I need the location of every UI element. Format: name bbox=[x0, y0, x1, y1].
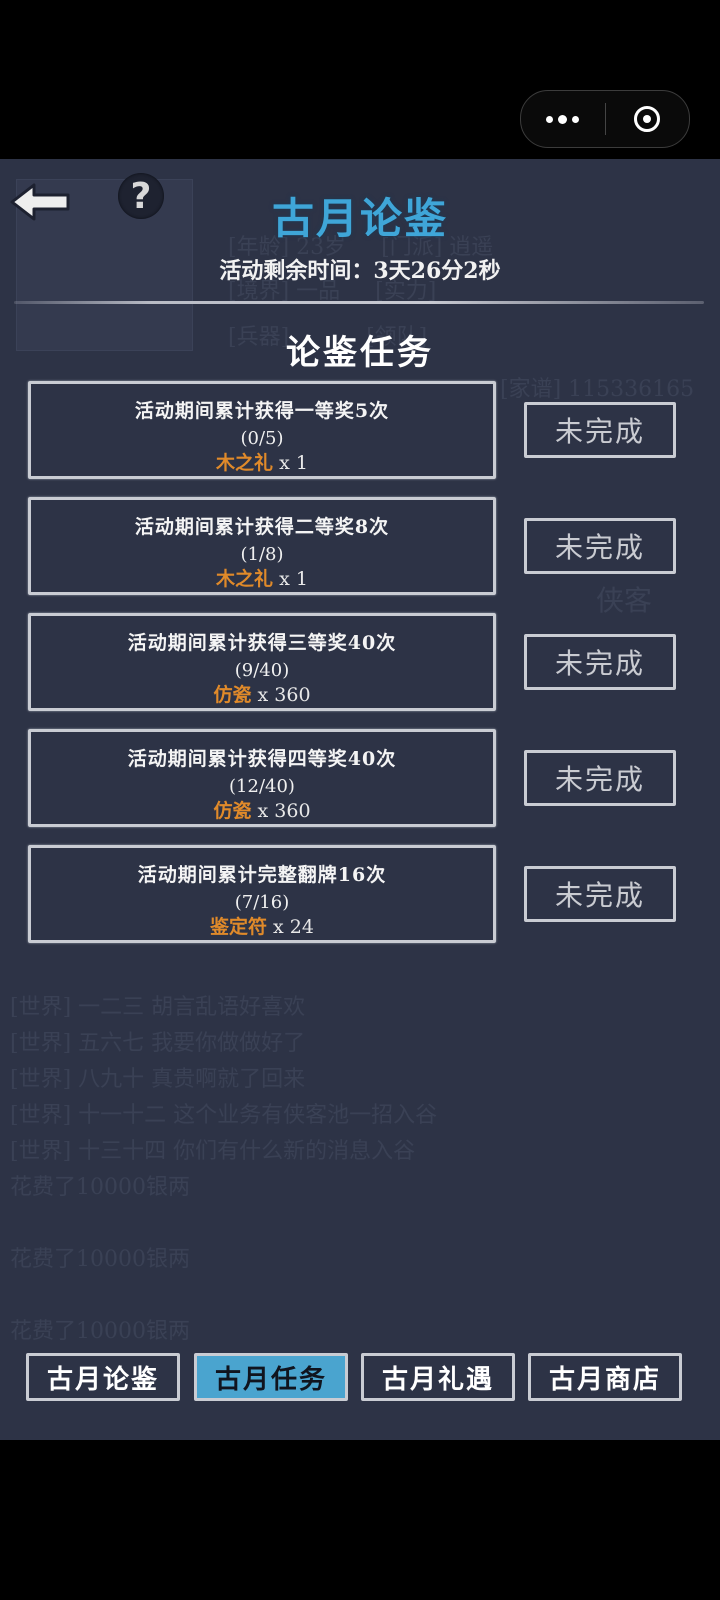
task-reward: 木之礼 x 1 bbox=[31, 564, 493, 591]
background-text: 侠客 bbox=[596, 584, 653, 617]
background-text: [家谱] 115336165 bbox=[500, 377, 695, 402]
background-text: [世界] 八九十 真贵啊就了回来 bbox=[10, 1067, 306, 1092]
background-text: [世界] 一二三 胡言乱语好喜欢 bbox=[10, 995, 306, 1020]
background-text: 花费了10000银两 bbox=[10, 1319, 190, 1344]
reward-name: 鉴定符 bbox=[210, 916, 268, 938]
background-text: [世界] 五六七 我要你做做好了 bbox=[10, 1031, 306, 1056]
task-status-button[interactable]: 未完成 bbox=[524, 866, 676, 922]
screen: [年龄] 23岁 [门派] 逍遥 [境界] 一品 [实力] [兵器] [领队] … bbox=[0, 0, 720, 1600]
page-title: 古月论鉴 bbox=[271, 194, 448, 243]
reward-quantity: x 1 bbox=[273, 452, 308, 474]
task-card: 活动期间累计获得一等奖5次 (0/5) 木之礼 x 1 bbox=[28, 381, 496, 479]
task-status-button[interactable]: 未完成 bbox=[524, 518, 676, 574]
task-progress: (9/40) bbox=[234, 660, 290, 681]
reward-quantity: x 24 bbox=[267, 916, 314, 938]
tab-lunjian[interactable]: 古月论鉴 bbox=[26, 1353, 180, 1401]
close-miniprogram-button[interactable] bbox=[606, 91, 690, 147]
task-card: 活动期间累计获得三等奖40次 (9/40) 仿瓷 x 360 bbox=[28, 613, 496, 711]
task-reward: 木之礼 x 1 bbox=[31, 448, 493, 475]
game-panel: [年龄] 23岁 [门派] 逍遥 [境界] 一品 [实力] [兵器] [领队] … bbox=[0, 159, 720, 1440]
reward-name: 仿瓷 bbox=[213, 684, 252, 706]
task-status-button[interactable]: 未完成 bbox=[524, 402, 676, 458]
task-status-button[interactable]: 未完成 bbox=[524, 750, 676, 806]
reward-quantity: x 360 bbox=[251, 800, 311, 822]
tab-shangdian[interactable]: 古月商店 bbox=[528, 1353, 682, 1401]
reward-name: 木之礼 bbox=[216, 452, 274, 474]
task-progress: (12/40) bbox=[229, 776, 295, 797]
task-progress: (1/8) bbox=[240, 544, 284, 565]
task-card: 活动期间累计获得二等奖8次 (1/8) 木之礼 x 1 bbox=[28, 497, 496, 595]
reward-name: 仿瓷 bbox=[213, 800, 252, 822]
reward-name: 木之礼 bbox=[216, 568, 274, 590]
miniprogram-capsule bbox=[520, 90, 690, 148]
task-progress: (7/16) bbox=[234, 892, 290, 913]
task-description: 活动期间累计获得三等奖40次 bbox=[127, 632, 397, 654]
background-text: [世界] 十三十四 你们有什么新的消息入谷 bbox=[10, 1139, 416, 1164]
section-title: 论鉴任务 bbox=[286, 333, 434, 373]
more-menu-button[interactable] bbox=[521, 91, 605, 147]
task-description: 活动期间累计获得二等奖8次 bbox=[134, 516, 390, 538]
more-dots-icon bbox=[546, 114, 580, 124]
target-ring-icon bbox=[634, 106, 661, 132]
tab-renwu[interactable]: 古月任务 bbox=[194, 1353, 348, 1401]
background-text: 花费了10000银两 bbox=[10, 1247, 190, 1272]
task-description: 活动期间累计获得一等奖5次 bbox=[134, 400, 390, 422]
task-status-button[interactable]: 未完成 bbox=[524, 634, 676, 690]
background-text: [世界] 十一十二 这个业务有侠客池一招入谷 bbox=[10, 1103, 438, 1128]
event-countdown: 活动剩余时间：3天26分2秒 bbox=[219, 258, 501, 284]
task-progress: (0/5) bbox=[240, 428, 284, 449]
task-reward: 仿瓷 x 360 bbox=[31, 680, 493, 707]
task-card: 活动期间累计完整翻牌16次 (7/16) 鉴定符 x 24 bbox=[28, 845, 496, 943]
bottom-tab-bar: 古月论鉴 古月任务 古月礼遇 古月商店 bbox=[26, 1353, 686, 1403]
background-text: 花费了10000银两 bbox=[10, 1175, 190, 1200]
task-card: 活动期间累计获得四等奖40次 (12/40) 仿瓷 x 360 bbox=[28, 729, 496, 827]
reward-quantity: x 360 bbox=[251, 684, 311, 706]
task-description: 活动期间累计完整翻牌16次 bbox=[137, 864, 387, 886]
task-description: 活动期间累计获得四等奖40次 bbox=[127, 748, 397, 770]
task-reward: 仿瓷 x 360 bbox=[31, 796, 493, 823]
header-divider bbox=[14, 301, 704, 304]
tab-liyu[interactable]: 古月礼遇 bbox=[361, 1353, 515, 1401]
task-reward: 鉴定符 x 24 bbox=[31, 912, 493, 939]
reward-quantity: x 1 bbox=[273, 568, 308, 590]
